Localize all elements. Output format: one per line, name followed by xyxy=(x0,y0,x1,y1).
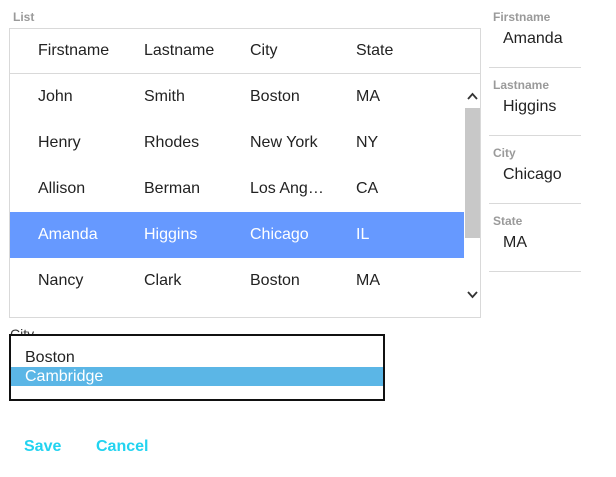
cell-firstname: John xyxy=(38,88,73,105)
cell-state: MA xyxy=(356,272,380,289)
detail-state-label: State xyxy=(493,214,523,228)
grid-header: Firstname Lastname City State xyxy=(10,29,480,74)
detail-firstname-label: Firstname xyxy=(493,10,551,24)
list-grid[interactable]: Firstname Lastname City State John Smith… xyxy=(9,28,481,318)
cell-state: NY xyxy=(356,134,379,151)
cell-lastname: Clark xyxy=(144,272,182,289)
cell-lastname: Berman xyxy=(144,180,201,197)
cell-firstname: Nancy xyxy=(38,272,84,289)
cell-lastname: Smith xyxy=(144,88,185,105)
city-option-selected[interactable]: Cambridge xyxy=(11,367,383,386)
detail-state: State MA xyxy=(489,204,581,272)
cell-city: Boston xyxy=(250,272,300,289)
cell-lastname: Rhodes xyxy=(144,134,200,151)
cell-firstname: Henry xyxy=(38,134,81,151)
cancel-button[interactable]: Cancel xyxy=(96,438,148,456)
detail-firstname-value[interactable]: Amanda xyxy=(503,30,563,48)
detail-lastname-label: Lastname xyxy=(493,78,550,92)
table-row[interactable]: Allison Berman Los Ang… CA xyxy=(10,166,464,212)
save-button[interactable]: Save xyxy=(24,438,61,456)
table-row[interactable]: Henry Rhodes New York NY xyxy=(10,120,464,166)
cell-firstname: Amanda xyxy=(38,226,98,243)
table-row-selected[interactable]: Amanda Higgins Chicago IL xyxy=(10,212,464,258)
cell-state: MA xyxy=(356,88,380,105)
cell-city: New York xyxy=(250,134,318,151)
detail-city-value[interactable]: Chicago xyxy=(503,166,562,184)
detail-lastname: Lastname Higgins xyxy=(489,68,581,136)
chevron-up-icon[interactable] xyxy=(466,90,479,103)
city-option[interactable]: Boston xyxy=(11,348,383,367)
column-header-city[interactable]: City xyxy=(250,29,328,73)
column-header-lastname[interactable]: Lastname xyxy=(144,29,244,73)
chevron-down-icon[interactable] xyxy=(466,288,479,301)
column-header-firstname[interactable]: Firstname xyxy=(38,29,138,73)
city-listbox[interactable]: Boston Cambridge xyxy=(9,334,385,401)
grid-body: John Smith Boston MA Henry Rhodes New Yo… xyxy=(10,74,464,317)
cell-state: IL xyxy=(356,226,370,243)
cell-firstname: Allison xyxy=(38,180,86,197)
detail-firstname: Firstname Amanda xyxy=(489,0,581,68)
column-header-state[interactable]: State xyxy=(356,29,436,73)
scrollbar-thumb[interactable] xyxy=(465,108,480,238)
cell-city: Los Ang… xyxy=(250,180,324,197)
cell-lastname: Higgins xyxy=(144,226,198,243)
city-select-label: City xyxy=(10,326,35,334)
table-row[interactable]: John Smith Boston MA xyxy=(10,74,464,120)
detail-lastname-value[interactable]: Higgins xyxy=(503,98,556,116)
table-row[interactable]: Nancy Clark Boston MA xyxy=(10,258,464,304)
vertical-scrollbar[interactable] xyxy=(464,74,480,317)
detail-city-label: City xyxy=(493,146,516,160)
detail-state-value[interactable]: MA xyxy=(503,234,527,252)
cell-city: Boston xyxy=(250,88,300,105)
list-label: List xyxy=(13,10,35,24)
detail-city: City Chicago xyxy=(489,136,581,204)
cell-state: CA xyxy=(356,180,379,197)
cell-city: Chicago xyxy=(250,226,309,243)
